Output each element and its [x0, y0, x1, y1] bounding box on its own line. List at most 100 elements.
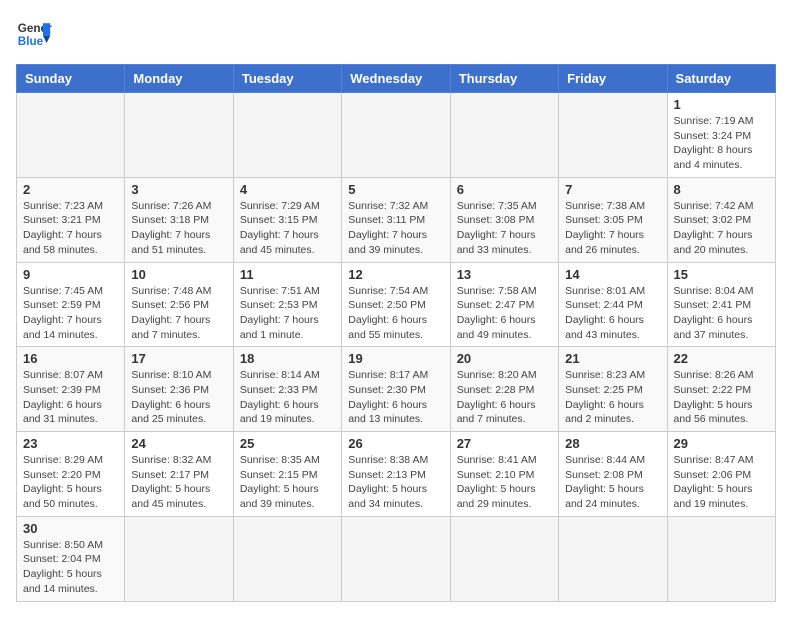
weekday-header: Thursday — [450, 65, 558, 93]
calendar-cell: 3 Sunrise: 7:26 AM Sunset: 3:18 PM Daylig… — [125, 177, 233, 262]
calendar-cell: 7Sunrise: 7:38 AM Sunset: 3:05 PM Daylig… — [559, 177, 667, 262]
calendar-week-row: 2 Sunrise: 7:23 AM Sunset: 3:21 PM Daylig… — [17, 177, 776, 262]
weekday-header: Monday — [125, 65, 233, 93]
calendar-cell: 14Sunrise: 8:01 AM Sunset: 2:44 PM Dayli… — [559, 262, 667, 347]
day-info: Sunrise: 7:58 AM Sunset: 2:47 PM Dayligh… — [457, 284, 552, 343]
day-info: Sunrise: 7:45 AM Sunset: 2:59 PM Dayligh… — [23, 284, 118, 343]
calendar-cell: 28 Sunrise: 8:44 AM Sunset: 2:08 PM Dayli… — [559, 432, 667, 517]
day-info: Sunrise: 7:48 AM Sunset: 2:56 PM Dayligh… — [131, 284, 226, 343]
calendar-cell: 24 Sunrise: 8:32 AM Sunset: 2:17 PM Dayli… — [125, 432, 233, 517]
calendar-cell — [342, 516, 450, 601]
calendar-cell: 27 Sunrise: 8:41 AM Sunset: 2:10 PM Dayli… — [450, 432, 558, 517]
calendar-cell: 25 Sunrise: 8:35 AM Sunset: 2:15 PM Dayli… — [233, 432, 341, 517]
day-info: Sunrise: 8:17 AM Sunset: 2:30 PM Dayligh… — [348, 368, 443, 427]
calendar-cell: 1 Sunrise: 7:19 AM Sunset: 3:24 PM Daylig… — [667, 93, 775, 178]
day-number: 24 — [131, 436, 226, 451]
logo: General Blue — [16, 16, 52, 52]
day-number: 15 — [674, 267, 769, 282]
day-info: Sunrise: 8:23 AM Sunset: 2:25 PM Dayligh… — [565, 368, 660, 427]
day-number: 16 — [23, 351, 118, 366]
day-info: Sunrise: 7:32 AM Sunset: 3:11 PM Dayligh… — [348, 199, 443, 258]
calendar-cell: 20 Sunrise: 8:20 AM Sunset: 2:28 PM Dayli… — [450, 347, 558, 432]
day-info: Sunrise: 7:51 AM Sunset: 2:53 PM Dayligh… — [240, 284, 335, 343]
calendar-cell: 11Sunrise: 7:51 AM Sunset: 2:53 PM Dayli… — [233, 262, 341, 347]
day-number: 29 — [674, 436, 769, 451]
day-number: 12 — [348, 267, 443, 282]
calendar-cell: 5 Sunrise: 7:32 AM Sunset: 3:11 PM Daylig… — [342, 177, 450, 262]
day-number: 6 — [457, 182, 552, 197]
calendar-cell — [450, 516, 558, 601]
day-info: Sunrise: 8:01 AM Sunset: 2:44 PM Dayligh… — [565, 284, 660, 343]
calendar-cell — [667, 516, 775, 601]
day-number: 17 — [131, 351, 226, 366]
calendar-cell: 26 Sunrise: 8:38 AM Sunset: 2:13 PM Dayli… — [342, 432, 450, 517]
calendar: SundayMondayTuesdayWednesdayThursdayFrid… — [16, 64, 776, 602]
day-info: Sunrise: 8:07 AM Sunset: 2:39 PM Dayligh… — [23, 368, 118, 427]
day-info: Sunrise: 8:32 AM Sunset: 2:17 PM Dayligh… — [131, 453, 226, 512]
day-number: 20 — [457, 351, 552, 366]
calendar-cell — [559, 516, 667, 601]
day-info: Sunrise: 7:26 AM Sunset: 3:18 PM Dayligh… — [131, 199, 226, 258]
day-number: 3 — [131, 182, 226, 197]
calendar-cell: 30 Sunrise: 8:50 AM Sunset: 2:04 PM Dayli… — [17, 516, 125, 601]
day-info: Sunrise: 8:50 AM Sunset: 2:04 PM Dayligh… — [23, 538, 118, 597]
calendar-cell — [125, 93, 233, 178]
day-info: Sunrise: 8:14 AM Sunset: 2:33 PM Dayligh… — [240, 368, 335, 427]
calendar-cell — [125, 516, 233, 601]
day-info: Sunrise: 7:19 AM Sunset: 3:24 PM Dayligh… — [674, 114, 769, 173]
calendar-week-row: 16 Sunrise: 8:07 AM Sunset: 2:39 PM Dayli… — [17, 347, 776, 432]
weekday-header-row: SundayMondayTuesdayWednesdayThursdayFrid… — [17, 65, 776, 93]
calendar-cell — [17, 93, 125, 178]
day-info: Sunrise: 7:42 AM Sunset: 3:02 PM Dayligh… — [674, 199, 769, 258]
day-info: Sunrise: 8:38 AM Sunset: 2:13 PM Dayligh… — [348, 453, 443, 512]
weekday-header: Wednesday — [342, 65, 450, 93]
day-number: 8 — [674, 182, 769, 197]
calendar-cell: 13 Sunrise: 7:58 AM Sunset: 2:47 PM Dayli… — [450, 262, 558, 347]
day-info: Sunrise: 7:54 AM Sunset: 2:50 PM Dayligh… — [348, 284, 443, 343]
day-info: Sunrise: 8:44 AM Sunset: 2:08 PM Dayligh… — [565, 453, 660, 512]
calendar-cell — [450, 93, 558, 178]
day-info: Sunrise: 8:10 AM Sunset: 2:36 PM Dayligh… — [131, 368, 226, 427]
day-number: 7 — [565, 182, 660, 197]
day-number: 13 — [457, 267, 552, 282]
day-info: Sunrise: 8:35 AM Sunset: 2:15 PM Dayligh… — [240, 453, 335, 512]
day-info: Sunrise: 8:29 AM Sunset: 2:20 PM Dayligh… — [23, 453, 118, 512]
calendar-cell — [233, 516, 341, 601]
logo-icon: General Blue — [16, 16, 52, 52]
svg-text:Blue: Blue — [18, 35, 44, 48]
day-number: 19 — [348, 351, 443, 366]
day-number: 10 — [131, 267, 226, 282]
calendar-week-row: 23Sunrise: 8:29 AM Sunset: 2:20 PM Dayli… — [17, 432, 776, 517]
calendar-cell: 9 Sunrise: 7:45 AM Sunset: 2:59 PM Daylig… — [17, 262, 125, 347]
calendar-cell: 29Sunrise: 8:47 AM Sunset: 2:06 PM Dayli… — [667, 432, 775, 517]
day-number: 26 — [348, 436, 443, 451]
day-number: 2 — [23, 182, 118, 197]
day-number: 18 — [240, 351, 335, 366]
calendar-cell — [233, 93, 341, 178]
calendar-week-row: 9 Sunrise: 7:45 AM Sunset: 2:59 PM Daylig… — [17, 262, 776, 347]
day-number: 9 — [23, 267, 118, 282]
day-info: Sunrise: 8:20 AM Sunset: 2:28 PM Dayligh… — [457, 368, 552, 427]
calendar-cell: 19 Sunrise: 8:17 AM Sunset: 2:30 PM Dayli… — [342, 347, 450, 432]
day-info: Sunrise: 8:41 AM Sunset: 2:10 PM Dayligh… — [457, 453, 552, 512]
day-info: Sunrise: 7:23 AM Sunset: 3:21 PM Dayligh… — [23, 199, 118, 258]
calendar-cell — [342, 93, 450, 178]
day-info: Sunrise: 7:29 AM Sunset: 3:15 PM Dayligh… — [240, 199, 335, 258]
day-number: 25 — [240, 436, 335, 451]
day-number: 28 — [565, 436, 660, 451]
day-info: Sunrise: 8:04 AM Sunset: 2:41 PM Dayligh… — [674, 284, 769, 343]
calendar-cell — [559, 93, 667, 178]
calendar-cell: 15 Sunrise: 8:04 AM Sunset: 2:41 PM Dayli… — [667, 262, 775, 347]
day-number: 5 — [348, 182, 443, 197]
day-number: 22 — [674, 351, 769, 366]
weekday-header: Friday — [559, 65, 667, 93]
day-number: 1 — [674, 97, 769, 112]
calendar-cell: 12 Sunrise: 7:54 AM Sunset: 2:50 PM Dayli… — [342, 262, 450, 347]
day-number: 30 — [23, 521, 118, 536]
day-number: 27 — [457, 436, 552, 451]
header: General Blue — [16, 16, 776, 52]
day-number: 4 — [240, 182, 335, 197]
weekday-header: Tuesday — [233, 65, 341, 93]
calendar-cell: 23Sunrise: 8:29 AM Sunset: 2:20 PM Dayli… — [17, 432, 125, 517]
calendar-cell: 21Sunrise: 8:23 AM Sunset: 2:25 PM Dayli… — [559, 347, 667, 432]
